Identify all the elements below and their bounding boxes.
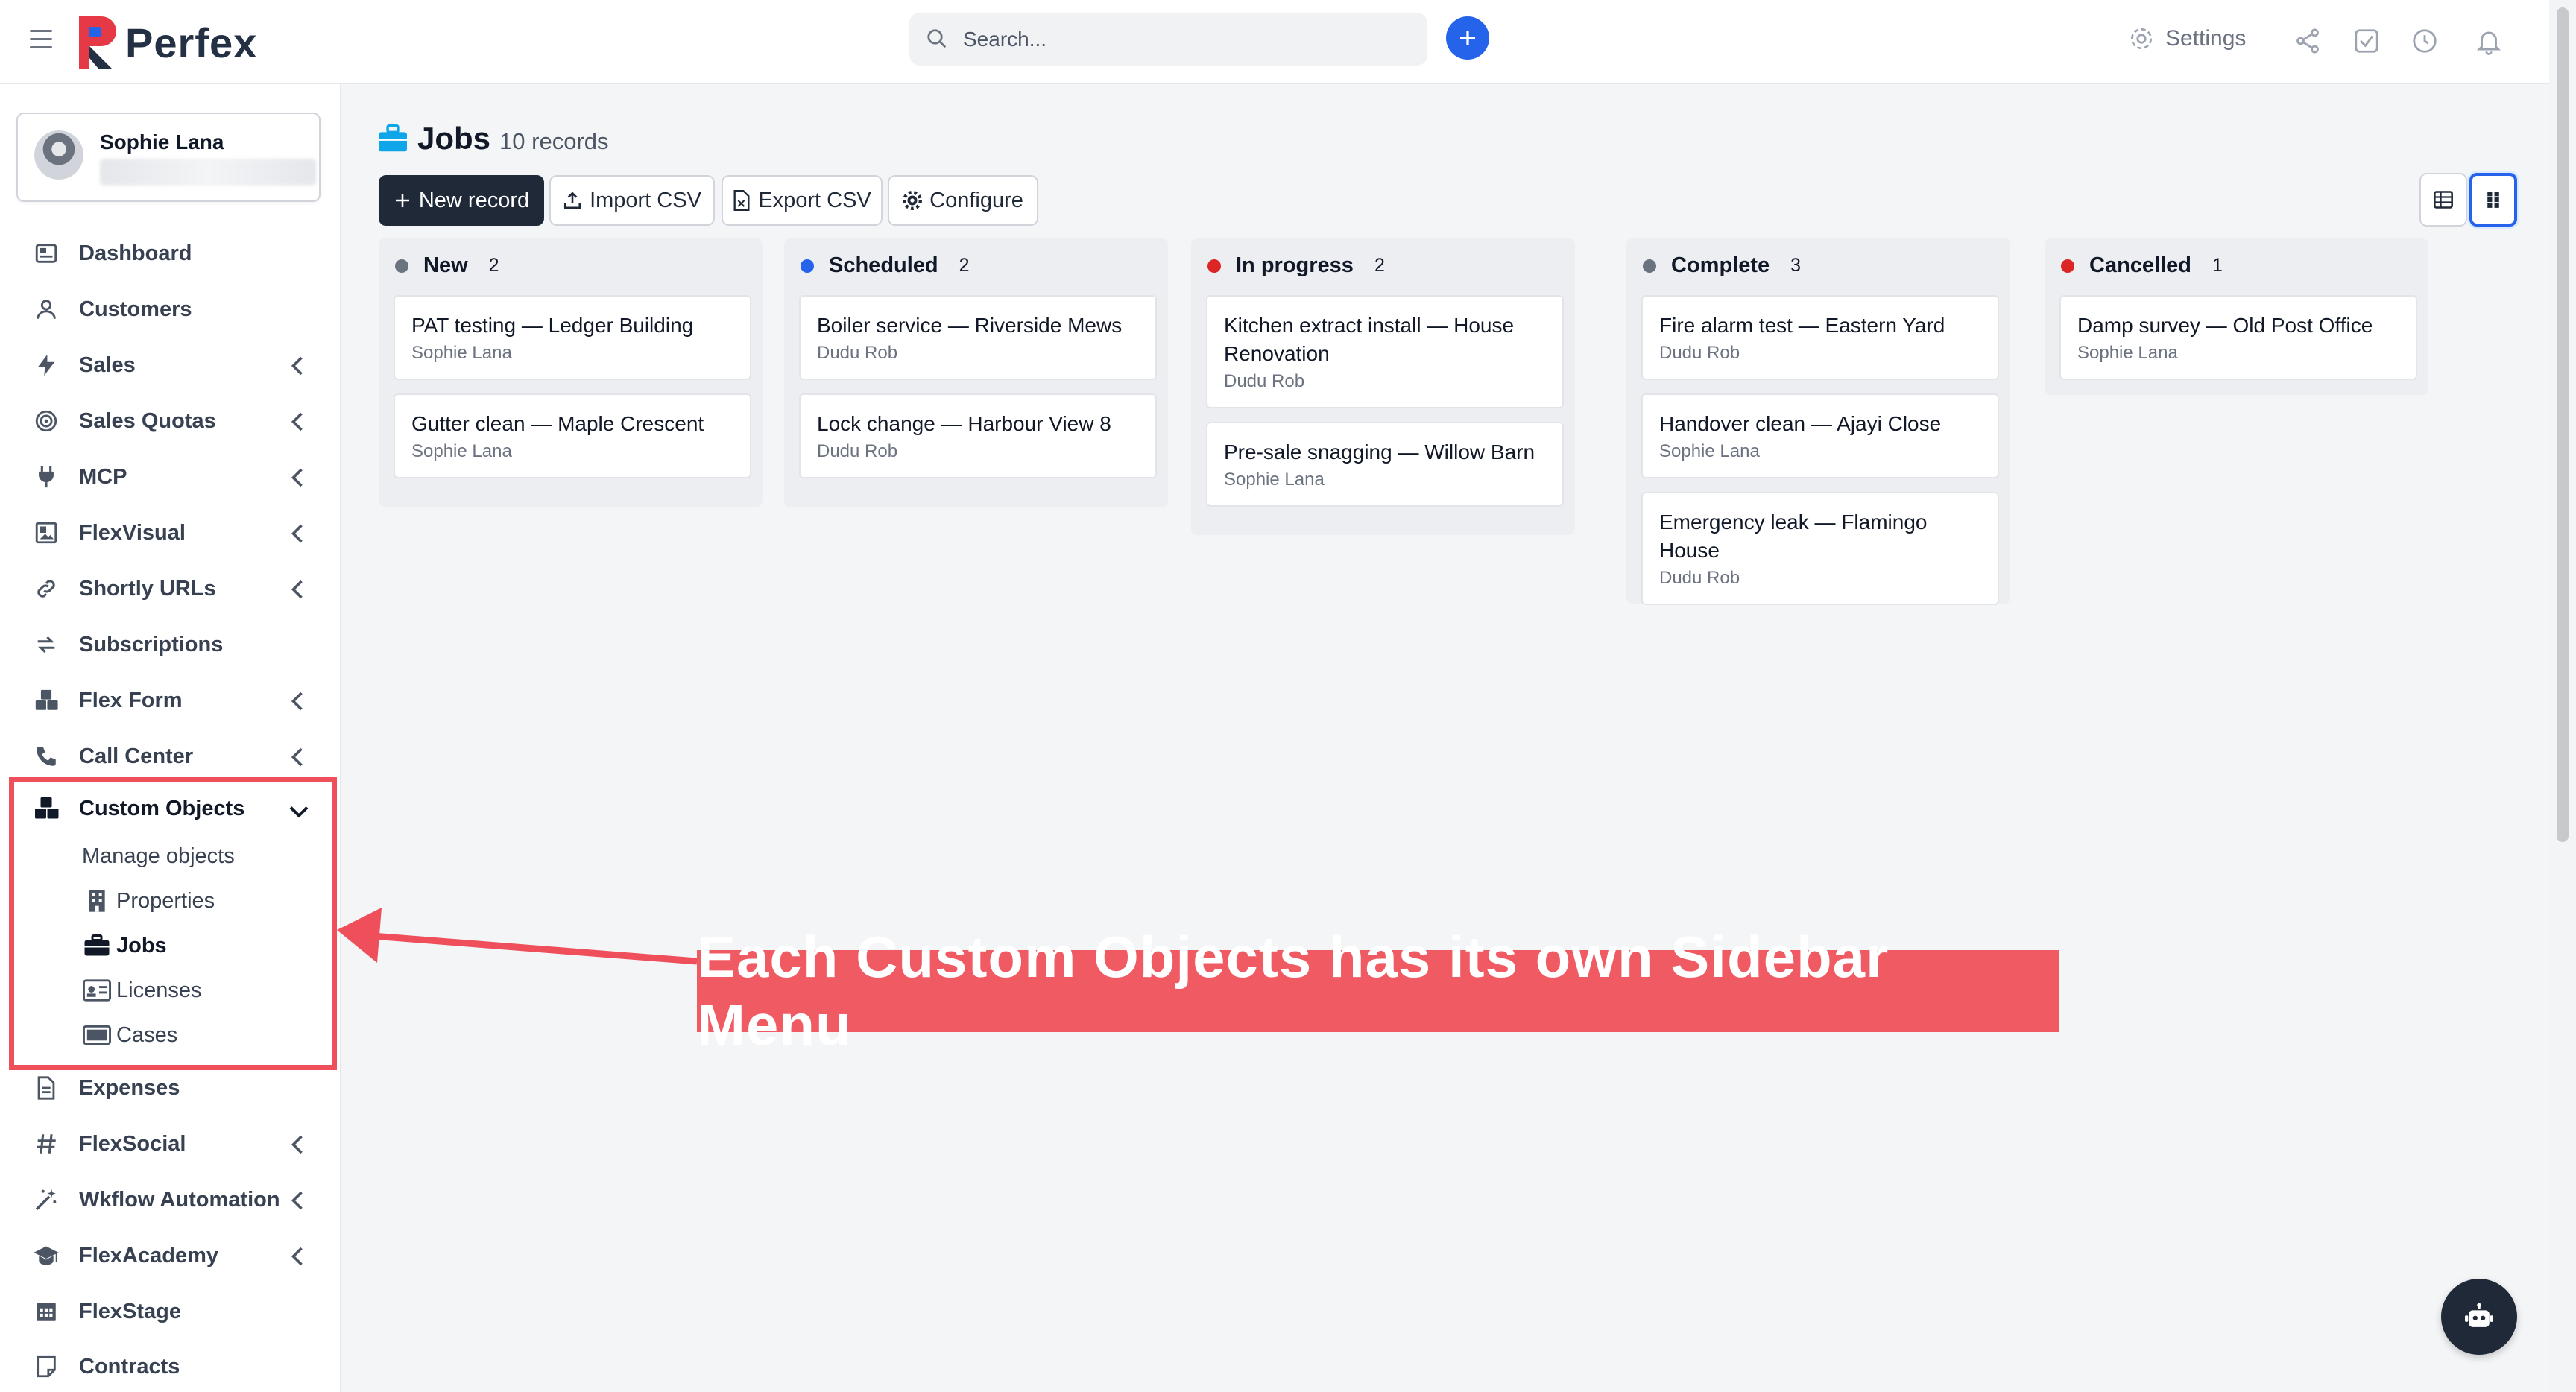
scrollbar-thumb[interactable] <box>2557 7 2569 842</box>
app-root: Perfex Search... Settings Sophie Lana Da… <box>0 0 2576 1392</box>
robot-icon <box>2465 1303 2493 1327</box>
annotation-arrow <box>337 908 698 965</box>
ai-assistant-button[interactable] <box>2441 1279 2517 1355</box>
page-scrollbar[interactable] <box>2549 0 2576 1392</box>
annotation-callout: Each Custom Objects has its own Sidebar … <box>697 924 2059 1057</box>
